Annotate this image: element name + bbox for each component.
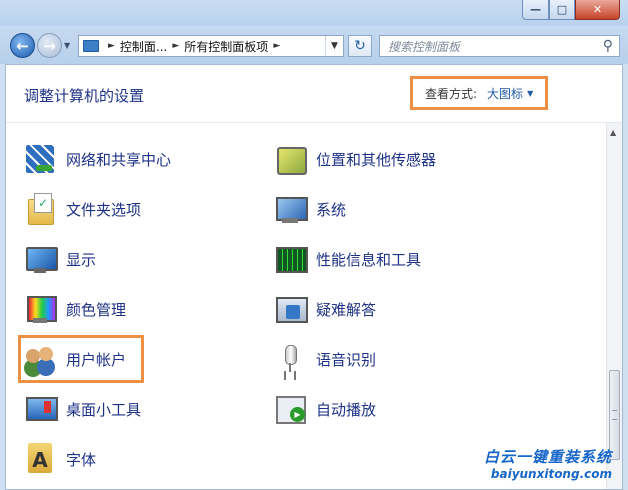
item-label[interactable]: 语音识别 (316, 349, 376, 370)
item-label[interactable]: 网络和共享中心 (66, 149, 171, 170)
chevron-right-icon[interactable]: ► (273, 41, 280, 51)
item-label[interactable]: 位置和其他传感器 (316, 149, 436, 170)
item-label[interactable]: 文件夹选项 (66, 199, 141, 220)
caption-buttons: — □ ✕ (522, 0, 620, 20)
location-sensors-icon (274, 143, 307, 175)
view-by-value[interactable]: 大图标 (487, 85, 523, 102)
display-icon (24, 243, 58, 275)
item-desktop-gadgets[interactable]: 桌面小工具 (24, 388, 141, 430)
item-folder-options[interactable]: 文件夹选项 (24, 188, 141, 230)
item-label[interactable]: 字体 (66, 449, 96, 470)
navigation-bar: ← → ▼ ► 控制面... ► 所有控制面板项 ► ▼ ↻ 搜索控制面板 ⚲ (0, 26, 628, 64)
maximize-button[interactable]: □ (549, 0, 575, 20)
page-title: 调整计算机的设置 (24, 87, 145, 105)
item-location-sensors[interactable]: 位置和其他传感器 (274, 138, 436, 180)
item-fonts[interactable]: 字体 (24, 438, 96, 480)
network-icon (24, 143, 56, 175)
breadcrumb-control-panel[interactable]: 控制面... (120, 38, 167, 55)
watermark-url: baiyunxitong.com (490, 467, 612, 481)
recent-pages-dropdown-icon[interactable]: ▼ (64, 41, 70, 50)
view-by-selector[interactable]: 查看方式: 大图标 ▼ (410, 76, 548, 110)
address-dropdown-icon[interactable]: ▼ (325, 36, 343, 56)
vertical-scrollbar[interactable]: ▲ (606, 123, 622, 489)
microphone-icon (274, 343, 306, 375)
watermark-text: 白云一键重装系统 (483, 448, 612, 466)
item-label[interactable]: 桌面小工具 (66, 399, 141, 420)
search-placeholder: 搜索控制面板 (388, 39, 461, 54)
chevron-right-icon[interactable]: ► (108, 41, 115, 51)
item-autoplay[interactable]: 自动播放 (274, 388, 376, 430)
color-management-icon (24, 293, 57, 325)
forward-arrow-icon[interactable]: → (37, 33, 62, 58)
search-icon[interactable]: ⚲ (603, 38, 613, 54)
system-icon (274, 193, 308, 225)
item-label[interactable]: 显示 (66, 249, 96, 270)
chevron-down-icon[interactable]: ▼ (527, 89, 533, 98)
item-network-sharing-center[interactable]: 网络和共享中心 (24, 138, 171, 180)
breadcrumb-all-items[interactable]: 所有控制面板项 (184, 38, 268, 55)
content-header: 调整计算机的设置 查看方式: 大图标 ▼ (6, 65, 622, 123)
item-label[interactable]: 性能信息和工具 (316, 249, 421, 270)
user-accounts-icon (24, 343, 56, 375)
refresh-button[interactable]: ↻ (348, 35, 372, 57)
item-label[interactable]: 颜色管理 (66, 299, 126, 320)
item-user-accounts[interactable]: 用户帐户 (24, 338, 126, 380)
search-input[interactable]: 搜索控制面板 ⚲ (379, 35, 620, 57)
troubleshooting-icon (274, 293, 308, 325)
watermark: 白云一键重装系统 baiyunxitong.com (484, 446, 612, 481)
minimize-button[interactable]: — (522, 0, 549, 20)
item-color-management[interactable]: 颜色管理 (24, 288, 126, 330)
item-performance-tools[interactable]: 性能信息和工具 (274, 238, 421, 280)
item-speech-recognition[interactable]: 语音识别 (274, 338, 376, 380)
folder-options-icon (24, 193, 56, 225)
back-arrow-icon[interactable]: ← (10, 33, 35, 58)
gadgets-icon (24, 393, 58, 425)
performance-icon (274, 243, 308, 275)
scroll-up-arrow-icon[interactable]: ▲ (610, 128, 616, 137)
title-bar: — □ ✕ (0, 0, 628, 26)
item-troubleshooting[interactable]: 疑难解答 (274, 288, 376, 330)
autoplay-icon (274, 393, 306, 425)
item-label[interactable]: 用户帐户 (66, 349, 126, 370)
control-panel-icon (83, 40, 99, 52)
close-button[interactable]: ✕ (575, 0, 620, 20)
item-label[interactable]: 自动播放 (316, 399, 376, 420)
item-label[interactable]: 系统 (316, 199, 346, 220)
item-display[interactable]: 显示 (24, 238, 96, 280)
address-bar[interactable]: ► 控制面... ► 所有控制面板项 ► ▼ (78, 35, 344, 57)
item-label[interactable]: 疑难解答 (316, 299, 376, 320)
chevron-right-icon[interactable]: ► (172, 41, 179, 51)
content-pane: 调整计算机的设置 查看方式: 大图标 ▼ 网络和共享中心 文件夹选项 显示 颜色… (5, 64, 623, 490)
view-by-label: 查看方式: (425, 86, 478, 101)
item-system[interactable]: 系统 (274, 188, 346, 230)
fonts-icon (24, 443, 56, 475)
